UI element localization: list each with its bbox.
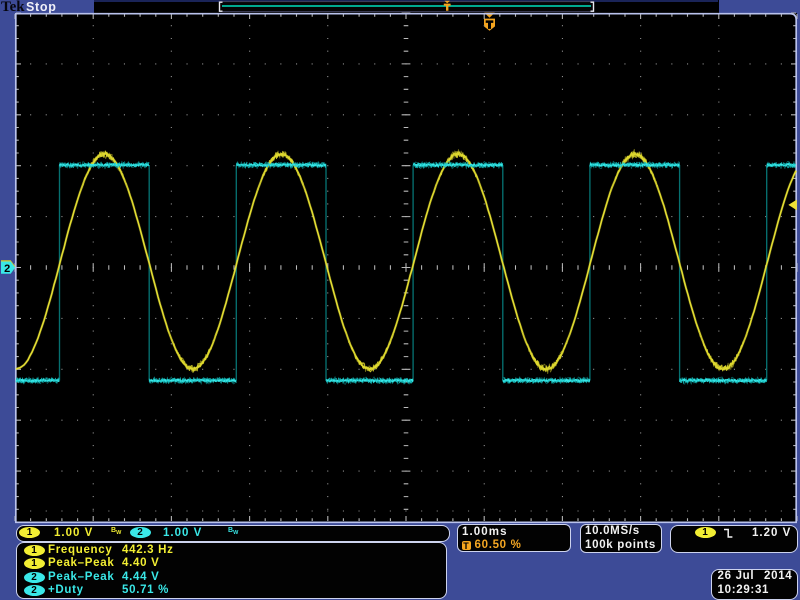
svg-text:2: 2 bbox=[4, 263, 10, 275]
